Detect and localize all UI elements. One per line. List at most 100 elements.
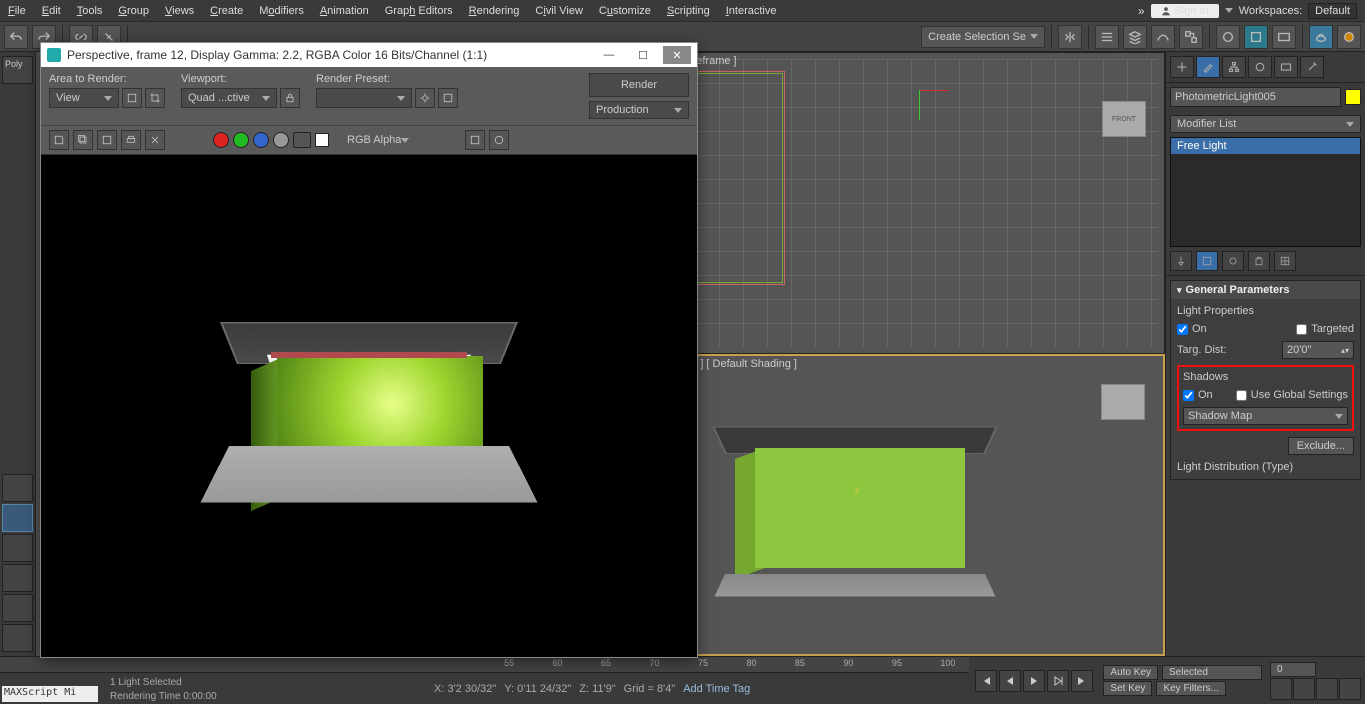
print-icon[interactable]: [121, 130, 141, 150]
region-icon[interactable]: [122, 88, 142, 108]
render-setup-button[interactable]: [1244, 25, 1268, 49]
left-tool-a[interactable]: [2, 534, 33, 562]
overlay-a-icon[interactable]: [465, 130, 485, 150]
key-filters-button[interactable]: Key Filters...: [1156, 681, 1226, 696]
left-poly-button[interactable]: Poly: [2, 56, 33, 84]
signin-dropdown-icon[interactable]: [1225, 8, 1233, 13]
layers-button[interactable]: [1123, 25, 1147, 49]
menu-tools[interactable]: Tools: [77, 5, 103, 17]
prev-frame-button[interactable]: [999, 670, 1021, 692]
targ-dist-spinner[interactable]: 20'0"▴▾: [1282, 341, 1354, 359]
menu-file[interactable]: FFileile: [8, 5, 26, 17]
green-channel-button[interactable]: [233, 132, 249, 148]
align-button[interactable]: [1095, 25, 1119, 49]
minimize-button[interactable]: —: [595, 46, 623, 64]
left-play-button[interactable]: [2, 474, 33, 502]
area-to-render-dropdown[interactable]: View: [49, 88, 119, 108]
schematic-button[interactable]: [1179, 25, 1203, 49]
mono-channel-button[interactable]: [293, 132, 311, 148]
menu-create[interactable]: Create: [210, 5, 243, 17]
workspaces-dropdown[interactable]: Default: [1308, 3, 1357, 19]
alpha-channel-button[interactable]: [273, 132, 289, 148]
configure-sets-button[interactable]: [1274, 251, 1296, 271]
modifier-stack[interactable]: Free Light: [1170, 137, 1361, 247]
nav-c[interactable]: [1316, 678, 1338, 700]
use-global-checkbox[interactable]: Use Global Settings: [1236, 389, 1348, 401]
undo-button[interactable]: [4, 25, 28, 49]
menu-grapheditors[interactable]: Graph Editors: [385, 5, 453, 17]
menu-group[interactable]: Group: [118, 5, 149, 17]
object-color-swatch[interactable]: [1345, 89, 1361, 105]
render-button-dialog[interactable]: Render: [589, 73, 689, 97]
nav-a[interactable]: [1270, 678, 1292, 700]
production-dropdown[interactable]: Production: [589, 101, 689, 119]
next-frame-button[interactable]: [1047, 670, 1069, 692]
red-channel-button[interactable]: [213, 132, 229, 148]
channel-dropdown[interactable]: RGB Alpha: [347, 134, 447, 146]
overlay-b-icon[interactable]: [489, 130, 509, 150]
rollout-header[interactable]: General Parameters: [1171, 281, 1360, 299]
teapot-button[interactable]: [1309, 25, 1333, 49]
mirror-button[interactable]: [1058, 25, 1082, 49]
render-button[interactable]: [1337, 25, 1361, 49]
create-tab[interactable]: [1170, 56, 1194, 78]
auto-key-button[interactable]: Auto Key: [1103, 665, 1158, 680]
render-frame-button[interactable]: [1272, 25, 1296, 49]
maximize-button[interactable]: ☐: [629, 46, 657, 64]
goto-end-button[interactable]: [1071, 670, 1093, 692]
save-image-icon[interactable]: [49, 130, 69, 150]
key-selected-dropdown[interactable]: Selected: [1162, 665, 1262, 680]
set-key-button[interactable]: Set Key: [1103, 681, 1152, 696]
nav-b[interactable]: [1293, 678, 1315, 700]
viewport-dropdown[interactable]: Quad ...ctive: [181, 88, 277, 108]
render-canvas[interactable]: [41, 155, 697, 657]
menu-scripting[interactable]: Scripting: [667, 5, 710, 17]
left-tool-c[interactable]: [2, 594, 33, 622]
timeline-ruler[interactable]: 55 60 65 70 75 80 85 90 95 100: [0, 657, 969, 673]
show-end-result-button[interactable]: [1196, 251, 1218, 271]
play-button[interactable]: [1023, 670, 1045, 692]
object-name-input[interactable]: [1170, 87, 1341, 107]
menu-customize[interactable]: Customize: [599, 5, 651, 17]
menu-edit[interactable]: Edit: [42, 5, 61, 17]
preset-save-icon[interactable]: [438, 88, 458, 108]
material-editor-button[interactable]: [1216, 25, 1240, 49]
light-targeted-checkbox[interactable]: Targeted: [1296, 323, 1354, 335]
display-tab[interactable]: [1274, 56, 1298, 78]
left-tool-b[interactable]: [2, 564, 33, 592]
maxscript-listener[interactable]: MAXScript Mi: [2, 686, 98, 702]
make-unique-button[interactable]: [1222, 251, 1244, 271]
close-button[interactable]: ✕: [663, 46, 691, 64]
shadow-type-dropdown[interactable]: Shadow Map: [1183, 407, 1348, 425]
crop-icon[interactable]: [145, 88, 165, 108]
clone-icon[interactable]: [97, 130, 117, 150]
curve-editor-button[interactable]: [1151, 25, 1175, 49]
nav-d[interactable]: [1339, 678, 1361, 700]
left-tool-d[interactable]: [2, 624, 33, 652]
exclude-button[interactable]: Exclude...: [1288, 437, 1354, 455]
chevron-right-icon[interactable]: »: [1138, 4, 1145, 18]
menu-interactive[interactable]: Interactive: [726, 5, 777, 17]
signin-button[interactable]: Sign In: [1151, 4, 1219, 18]
light-on-checkbox[interactable]: On: [1177, 323, 1207, 335]
modifier-list-dropdown[interactable]: Modifier List: [1170, 115, 1361, 133]
pin-stack-button[interactable]: [1170, 251, 1192, 271]
modifier-stack-item[interactable]: Free Light: [1171, 138, 1360, 154]
modify-tab[interactable]: [1196, 56, 1220, 78]
preset-settings-icon[interactable]: [415, 88, 435, 108]
remove-modifier-button[interactable]: [1248, 251, 1270, 271]
delete-icon[interactable]: [145, 130, 165, 150]
menu-rendering[interactable]: Rendering: [469, 5, 520, 17]
render-window-titlebar[interactable]: Perspective, frame 12, Display Gamma: 2.…: [41, 43, 697, 67]
menu-civilview[interactable]: Civil View: [535, 5, 583, 17]
add-time-tag[interactable]: Add Time Tag: [683, 683, 750, 695]
left-viewport-layout-button[interactable]: [2, 504, 33, 532]
hierarchy-tab[interactable]: [1222, 56, 1246, 78]
utilities-tab[interactable]: [1300, 56, 1324, 78]
goto-start-button[interactable]: [975, 670, 997, 692]
menu-animation[interactable]: Animation: [320, 5, 369, 17]
copy-image-icon[interactable]: [73, 130, 93, 150]
shadows-on-checkbox[interactable]: On: [1183, 389, 1213, 401]
blue-channel-button[interactable]: [253, 132, 269, 148]
white-swatch[interactable]: [315, 133, 329, 147]
